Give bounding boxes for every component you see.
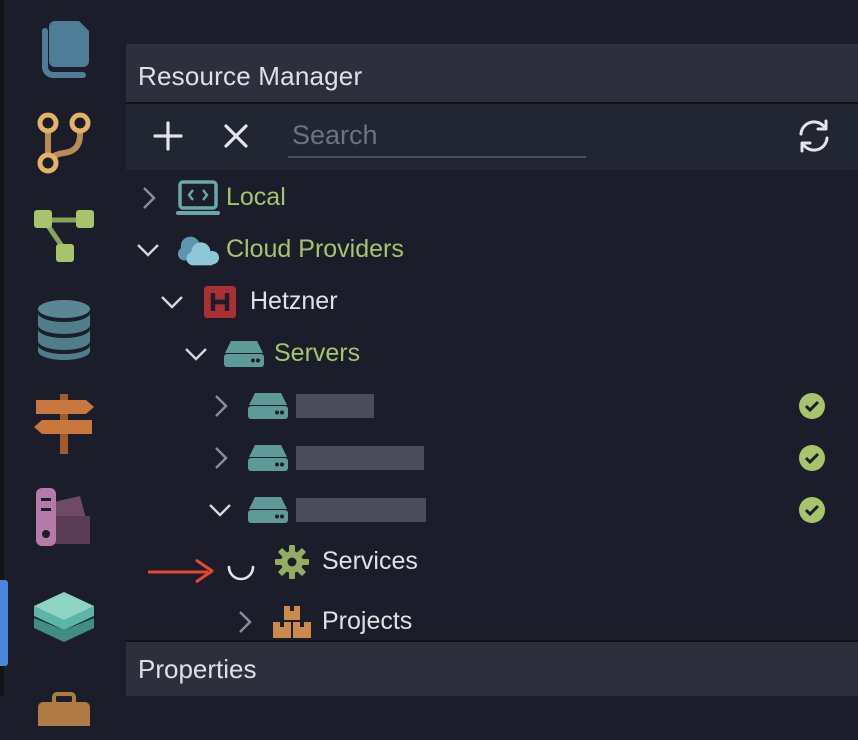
resource-tree: Local Cloud Providers Hetzner Servers Se… xyxy=(126,170,858,640)
resource-manager-header[interactable]: Resource Manager xyxy=(126,44,858,104)
tree-item-projects[interactable]: Projects xyxy=(126,596,858,640)
chevron-down-icon[interactable] xyxy=(206,496,234,524)
search-field[interactable] xyxy=(288,116,586,158)
cloud-icon xyxy=(176,230,220,270)
tree-label-local: Local xyxy=(226,183,286,211)
gear-icon xyxy=(270,542,314,582)
close-icon xyxy=(224,124,248,148)
annotation-arrow-icon xyxy=(148,558,214,584)
activity-bar xyxy=(0,0,126,726)
redacted-server-name xyxy=(296,498,426,522)
signpost-icon[interactable] xyxy=(30,390,98,458)
tree-item-local[interactable]: Local xyxy=(126,172,858,224)
refresh-icon xyxy=(799,119,829,153)
redacted-server-name xyxy=(296,446,424,470)
server-icon xyxy=(246,386,290,426)
panel-title: Resource Manager xyxy=(138,61,363,91)
chevron-right-icon[interactable] xyxy=(206,392,234,420)
tree-label-cloud-providers: Cloud Providers xyxy=(226,235,404,263)
active-indicator xyxy=(0,580,8,666)
resource-manager-panel: Resource Manager Search Local Cloud Prov… xyxy=(126,44,858,696)
tree-item-server[interactable] xyxy=(126,380,858,432)
plus-icon xyxy=(153,121,183,151)
server-icon xyxy=(246,490,290,530)
palette-icon[interactable] xyxy=(30,484,98,552)
properties-header[interactable]: Properties xyxy=(126,640,858,696)
briefcase-icon[interactable] xyxy=(30,672,98,740)
chevron-down-icon[interactable] xyxy=(134,236,162,264)
server-icon xyxy=(246,438,290,478)
layers-icon[interactable] xyxy=(30,588,98,656)
chevron-right-icon[interactable] xyxy=(134,184,162,212)
tree-label-projects: Projects xyxy=(322,607,413,635)
documents-icon[interactable] xyxy=(30,14,98,82)
server-icon xyxy=(222,334,266,374)
chevron-right-icon[interactable] xyxy=(230,608,258,636)
tree-item-servers[interactable]: Servers xyxy=(126,328,858,380)
boxes-icon xyxy=(270,602,314,640)
tree-item-cloud-providers[interactable]: Cloud Providers xyxy=(126,224,858,276)
chevron-down-icon[interactable] xyxy=(182,340,210,368)
tree-item-server[interactable] xyxy=(126,484,858,536)
check-circle-icon xyxy=(799,445,825,471)
resource-toolbar xyxy=(126,104,858,170)
refresh-button[interactable] xyxy=(792,114,836,158)
search-input[interactable] xyxy=(288,116,586,154)
properties-title: Properties xyxy=(138,654,257,684)
tree-label-services: Services xyxy=(322,547,418,575)
chevron-right-icon[interactable] xyxy=(206,444,234,472)
check-circle-icon xyxy=(799,393,825,419)
diagram-icon[interactable] xyxy=(30,202,98,270)
check-circle-icon xyxy=(799,497,825,523)
tree-label-servers: Servers xyxy=(274,339,361,367)
tree-item-hetzner[interactable]: Hetzner xyxy=(126,276,858,328)
loading-spinner-icon xyxy=(227,565,255,581)
database-icon[interactable] xyxy=(30,296,98,364)
tree-label-hetzner: Hetzner xyxy=(250,287,338,315)
add-button[interactable] xyxy=(146,114,190,158)
tree-item-services[interactable]: Services xyxy=(126,536,858,588)
tree-item-server[interactable] xyxy=(126,432,858,484)
chevron-down-icon[interactable] xyxy=(158,288,186,316)
hetzner-logo-icon xyxy=(198,282,242,322)
redacted-server-name xyxy=(296,394,374,418)
monitor-code-icon xyxy=(176,178,220,218)
clear-button[interactable] xyxy=(214,114,258,158)
source-control-icon[interactable] xyxy=(30,108,98,176)
